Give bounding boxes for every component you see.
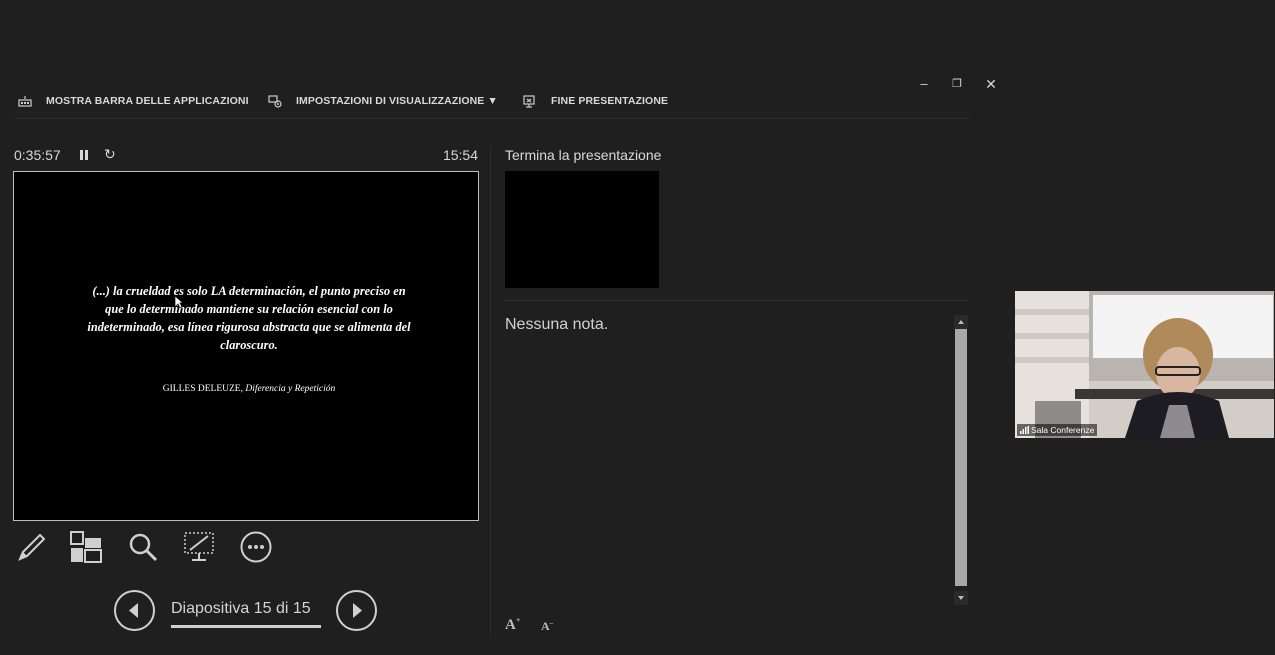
reset-timer-icon[interactable]: ↻ <box>104 146 118 162</box>
end-presentation-label: FINE PRESENTAZIONE <box>551 95 669 107</box>
increase-font-icon: A <box>505 617 516 633</box>
webcam-video: Sala Conferenze <box>1015 291 1274 438</box>
more-icon[interactable] <box>239 530 273 564</box>
show-taskbar-label: MOSTRA BARRA DELLE APPLICAZIONI <box>46 95 249 107</box>
elapsed-time: 0:35:57 <box>14 147 61 163</box>
slide-navigation: Diapositiva 15 di 15 <box>114 590 378 632</box>
notes-scrollbar[interactable] <box>954 315 968 605</box>
next-slide-title: Termina la presentazione <box>505 147 662 163</box>
chevron-down-icon <box>958 596 964 600</box>
mouse-cursor-icon <box>174 295 184 309</box>
triangle-right-icon <box>353 603 362 618</box>
scroll-thumb[interactable] <box>955 329 967 586</box>
slide-counter[interactable]: Diapositiva 15 di 15 <box>171 600 311 618</box>
close-button[interactable]: ✕ <box>981 76 1001 92</box>
webcam-label-badge: Sala Conferenze <box>1017 424 1098 436</box>
screen-icon[interactable] <box>182 530 216 564</box>
current-slide[interactable]: (...) la crueldad es solo LA determinaci… <box>13 171 479 521</box>
slide-counter-underline <box>171 625 321 628</box>
notes-divider[interactable] <box>505 300 968 301</box>
end-presentation-icon <box>523 94 535 108</box>
next-slide-button[interactable] <box>336 590 377 631</box>
slide-quote: (...) la crueldad es solo LA determinaci… <box>87 284 411 352</box>
scroll-down-button[interactable] <box>954 591 968 605</box>
chevron-up-icon <box>958 320 964 324</box>
pen-icon[interactable] <box>14 530 48 564</box>
slide-tools <box>14 530 294 566</box>
pane-divider[interactable] <box>490 146 491 636</box>
minimize-button[interactable]: – <box>914 76 934 92</box>
grid-icon[interactable] <box>69 530 103 564</box>
signal-icon <box>1020 426 1029 434</box>
previous-slide-button[interactable] <box>114 590 155 631</box>
current-time: 15:54 <box>442 147 478 163</box>
taskbar-icon <box>18 96 32 107</box>
increase-font-button[interactable]: A+ <box>505 616 520 634</box>
zoom-icon[interactable] <box>126 530 160 564</box>
restore-button[interactable]: ❐ <box>947 76 967 92</box>
scroll-up-button[interactable] <box>954 315 968 329</box>
show-taskbar-button[interactable]: MOSTRA BARRA DELLE APPLICAZIONI <box>18 92 249 110</box>
end-presentation-button[interactable]: FINE PRESENTAZIONE <box>523 92 668 110</box>
display-settings-label: IMPOSTAZIONI DI VISUALIZZAZIONE ▼ <box>296 95 498 107</box>
speaker-notes[interactable]: Nessuna nota. <box>505 316 608 334</box>
next-slide-thumbnail[interactable] <box>505 171 659 288</box>
slide-work-title: Diferencia y Repetición <box>245 384 336 394</box>
pause-icon[interactable] <box>78 148 90 162</box>
webcam-participant-name: Sala Conferenze <box>1031 425 1095 435</box>
slide-attribution: GILLES DELEUZE, Diferencia y Repetición <box>84 384 414 394</box>
display-settings-icon <box>268 95 282 108</box>
slide-author: GILLES DELEUZE, <box>162 384 243 394</box>
triangle-left-icon <box>129 603 138 618</box>
presenter-toolbar: MOSTRA BARRA DELLE APPLICAZIONI IMPOSTAZ… <box>0 92 970 110</box>
toolbar-divider <box>14 118 969 119</box>
decrease-font-icon: A <box>541 619 550 633</box>
display-settings-button[interactable]: IMPOSTAZIONI DI VISUALIZZAZIONE ▼ <box>268 92 498 110</box>
decrease-font-button[interactable]: A– <box>541 619 553 634</box>
timer-row: 0:35:57 ↻ 15:54 <box>14 146 478 164</box>
webcam-frame <box>1015 291 1274 438</box>
